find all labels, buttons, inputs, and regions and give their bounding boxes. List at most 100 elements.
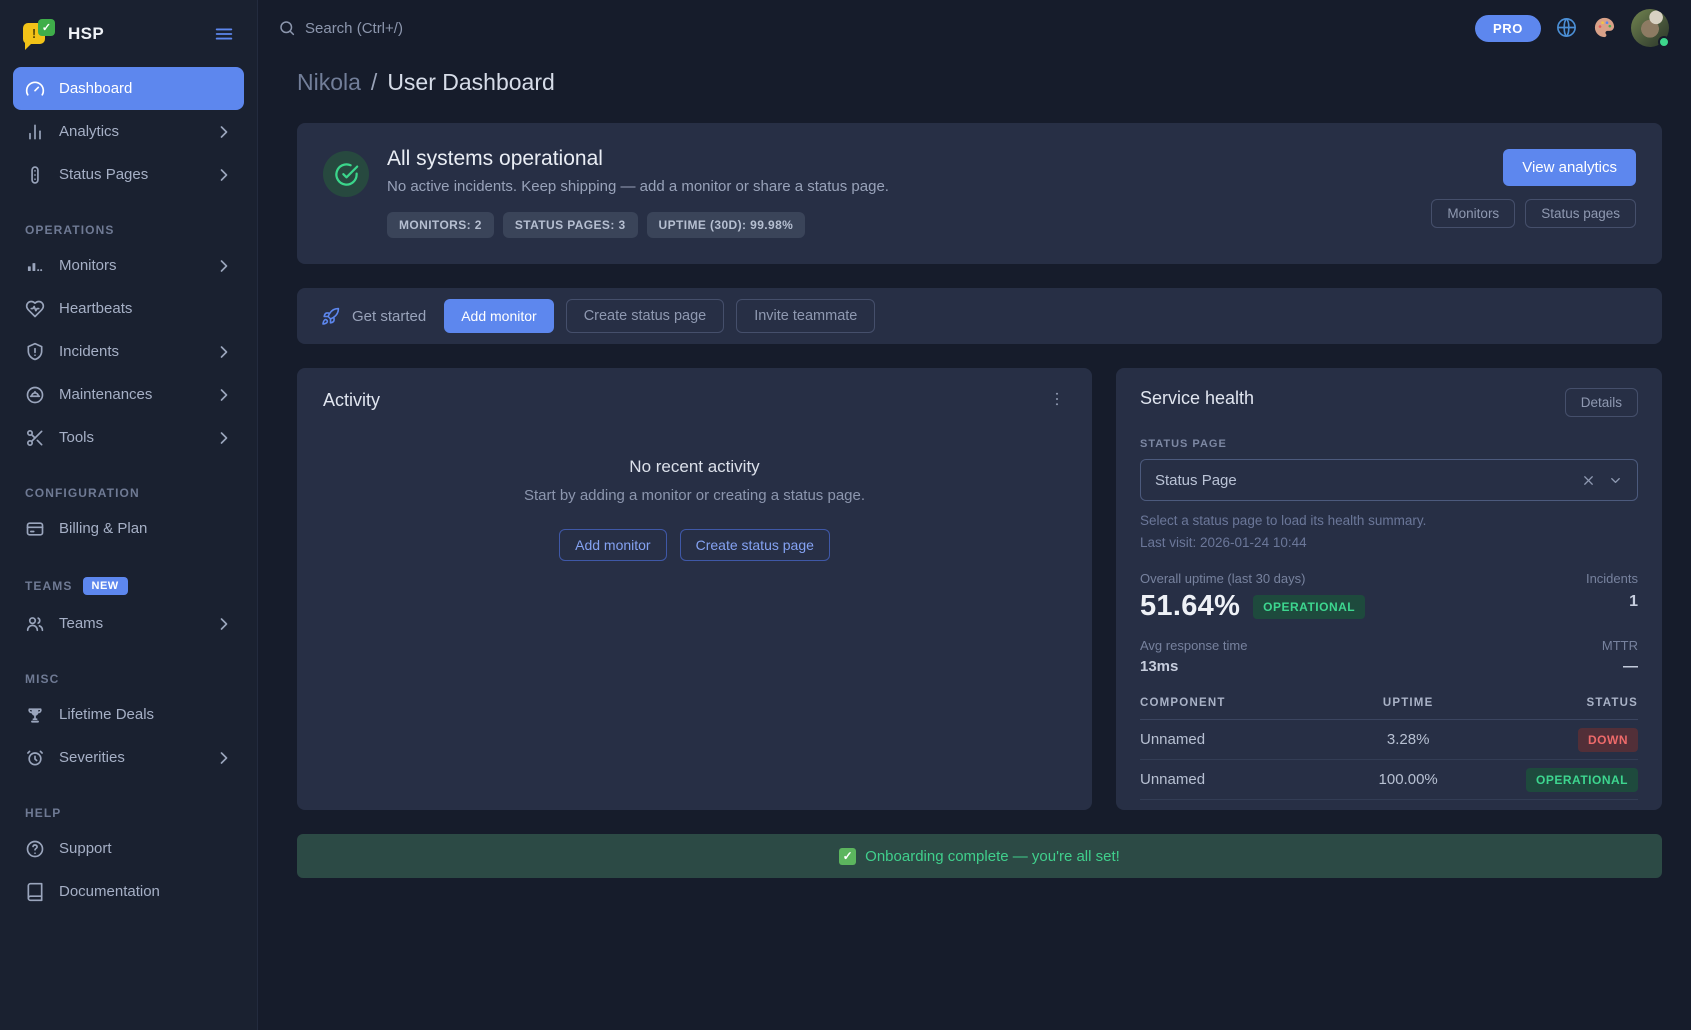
user-avatar[interactable]: [1631, 9, 1669, 47]
mttr-label: MTTR: [1602, 638, 1638, 653]
get-started-label: Get started: [352, 308, 426, 325]
kebab-menu-icon[interactable]: [1048, 390, 1066, 408]
sidebar-item-status-pages[interactable]: Status Pages: [13, 153, 244, 196]
rocket-icon: [321, 307, 340, 326]
help-circle-icon: [25, 839, 45, 859]
sidebar-item-label: Teams: [59, 615, 200, 632]
hero-actions: View analytics Monitors Status pages: [1431, 147, 1636, 228]
search-icon: [278, 19, 296, 37]
status-page-select[interactable]: Status Page: [1140, 459, 1638, 501]
col-header-component: COMPONENT: [1140, 697, 1332, 709]
component-name: Unnamed: [1140, 731, 1332, 748]
sidebar-item-dashboard[interactable]: Dashboard: [13, 67, 244, 110]
col-header-uptime: UPTIME: [1332, 697, 1485, 709]
last-visit-text: Last visit: 2026-01-24 10:44: [1140, 535, 1638, 550]
check-badge-icon: ✓: [839, 848, 856, 865]
heartbeat-icon: [25, 299, 45, 319]
component-uptime: 100.00%: [1332, 771, 1485, 788]
service-health-card: Service health Details STATUS PAGE Statu…: [1116, 368, 1662, 810]
table-row: Unnamed3.28%DOWN: [1140, 720, 1638, 760]
pro-badge[interactable]: PRO: [1475, 15, 1541, 42]
sidebar-item-label: Incidents: [59, 343, 200, 360]
col-header-status: STATUS: [1485, 697, 1638, 709]
breadcrumb-parent[interactable]: Nikola: [297, 69, 361, 96]
status-pages-button[interactable]: Status pages: [1525, 199, 1636, 228]
search-input[interactable]: Search (Ctrl+/): [278, 19, 403, 37]
activity-card: Activity No recent activity Start by add…: [297, 368, 1092, 810]
sidebar-item-incidents[interactable]: Incidents: [13, 330, 244, 373]
sidebar-item-heartbeats[interactable]: Heartbeats: [13, 287, 244, 330]
add-monitor-button[interactable]: Add monitor: [444, 299, 553, 333]
create-status-page-button[interactable]: Create status page: [680, 529, 830, 561]
uptime-value: 51.64%: [1140, 590, 1240, 623]
chevron-right-icon: [214, 165, 234, 185]
components-table: COMPONENT UPTIME STATUS Unnamed3.28%DOWN…: [1140, 691, 1638, 800]
chevron-right-icon: [214, 122, 234, 142]
sidebar-item-analytics[interactable]: Analytics: [13, 110, 244, 153]
topbar: Search (Ctrl+/) PRO: [258, 0, 1691, 56]
hero-banner: All systems operational No active incide…: [297, 123, 1662, 264]
empty-state-subtitle: Start by adding a monitor or creating a …: [323, 487, 1066, 504]
onboarding-banner: ✓ Onboarding complete — you're all set!: [297, 834, 1662, 878]
table-header-row: COMPONENT UPTIME STATUS: [1140, 691, 1638, 720]
sidebar-item-label: Support: [59, 840, 234, 857]
sidebar-item-billing-plan[interactable]: Billing & Plan: [13, 507, 244, 550]
details-button[interactable]: Details: [1565, 388, 1638, 417]
hero-text: All systems operational No active incide…: [387, 147, 889, 238]
globe-icon[interactable]: [1555, 16, 1579, 40]
avg-response-label: Avg response time: [1140, 638, 1247, 653]
component-name: Unnamed: [1140, 771, 1332, 788]
mttr-value: —: [1602, 658, 1638, 675]
breadcrumb-separator: /: [371, 69, 377, 96]
shield-alert-icon: [25, 342, 45, 362]
avg-response-value: 13ms: [1140, 658, 1247, 675]
sidebar-item-label: Tools: [59, 429, 200, 446]
chevron-down-icon[interactable]: [1608, 473, 1623, 488]
palette-icon[interactable]: [1593, 16, 1617, 40]
uptime-label: Overall uptime (last 30 days): [1140, 571, 1365, 586]
sidebar-item-label: Monitors: [59, 257, 200, 274]
incidents-label: Incidents: [1586, 571, 1638, 586]
sidebar-nav: DashboardAnalyticsStatus PagesOPERATIONS…: [0, 59, 257, 1030]
sidebar-item-label: Lifetime Deals: [59, 706, 234, 723]
hero-badges: MONITORS: 2STATUS PAGES: 3UPTIME (30D): …: [387, 212, 889, 238]
incidents-value: 1: [1586, 593, 1638, 611]
sidebar-item-maintenances[interactable]: Maintenances: [13, 373, 244, 416]
status-badge: OPERATIONAL: [1526, 768, 1638, 792]
add-monitor-button[interactable]: Add monitor: [559, 529, 666, 561]
kebab-icon: [1048, 390, 1066, 408]
app-root: ! ✓ HSP DashboardAnalyticsStatus PagesOP…: [0, 0, 1691, 1030]
hard-hat-icon: [25, 385, 45, 405]
search-placeholder: Search (Ctrl+/): [305, 20, 403, 37]
sidebar-section-help: HELP: [13, 806, 244, 820]
sidebar-item-tools[interactable]: Tools: [13, 416, 244, 459]
chevron-right-icon: [214, 748, 234, 768]
get-started-buttons: Add monitor Create status page Invite team…: [444, 299, 875, 333]
sidebar-item-lifetime-deals[interactable]: Lifetime Deals: [13, 693, 244, 736]
breadcrumb: Nikola / User Dashboard: [297, 69, 1662, 96]
x-icon: [1581, 473, 1596, 488]
sidebar-item-support[interactable]: Support: [13, 827, 244, 870]
sidebar-item-monitors[interactable]: Monitors: [13, 244, 244, 287]
component-uptime: 3.28%: [1332, 731, 1485, 748]
sidebar-item-label: Billing & Plan: [59, 520, 234, 537]
hamburger-menu-icon[interactable]: [213, 23, 235, 45]
invite-teammate-button[interactable]: Invite teammate: [736, 299, 875, 333]
check-circle-icon: [333, 161, 360, 188]
monitors-button[interactable]: Monitors: [1431, 199, 1515, 228]
create-status-page-button[interactable]: Create status page: [566, 299, 725, 333]
monitors-icon: [25, 256, 45, 276]
chevron-down-icon: [1608, 473, 1623, 488]
clear-icon[interactable]: [1581, 473, 1596, 488]
hero-stat-badge: STATUS PAGES: 3: [503, 212, 638, 238]
page-content: Nikola / User Dashboard All systems oper…: [258, 56, 1691, 1030]
sidebar-item-severities[interactable]: Severities: [13, 736, 244, 779]
select-helper-text: Select a status page to load its health …: [1140, 513, 1638, 528]
activity-empty-state: No recent activity Start by adding a mon…: [323, 457, 1066, 561]
sidebar-item-label: Analytics: [59, 123, 200, 140]
new-badge: NEW: [83, 577, 128, 595]
sidebar-item-teams[interactable]: Teams: [13, 602, 244, 645]
view-analytics-button[interactable]: View analytics: [1503, 149, 1636, 186]
sidebar-item-documentation[interactable]: Documentation: [13, 870, 244, 913]
sidebar-section-configuration: CONFIGURATION: [13, 486, 244, 500]
